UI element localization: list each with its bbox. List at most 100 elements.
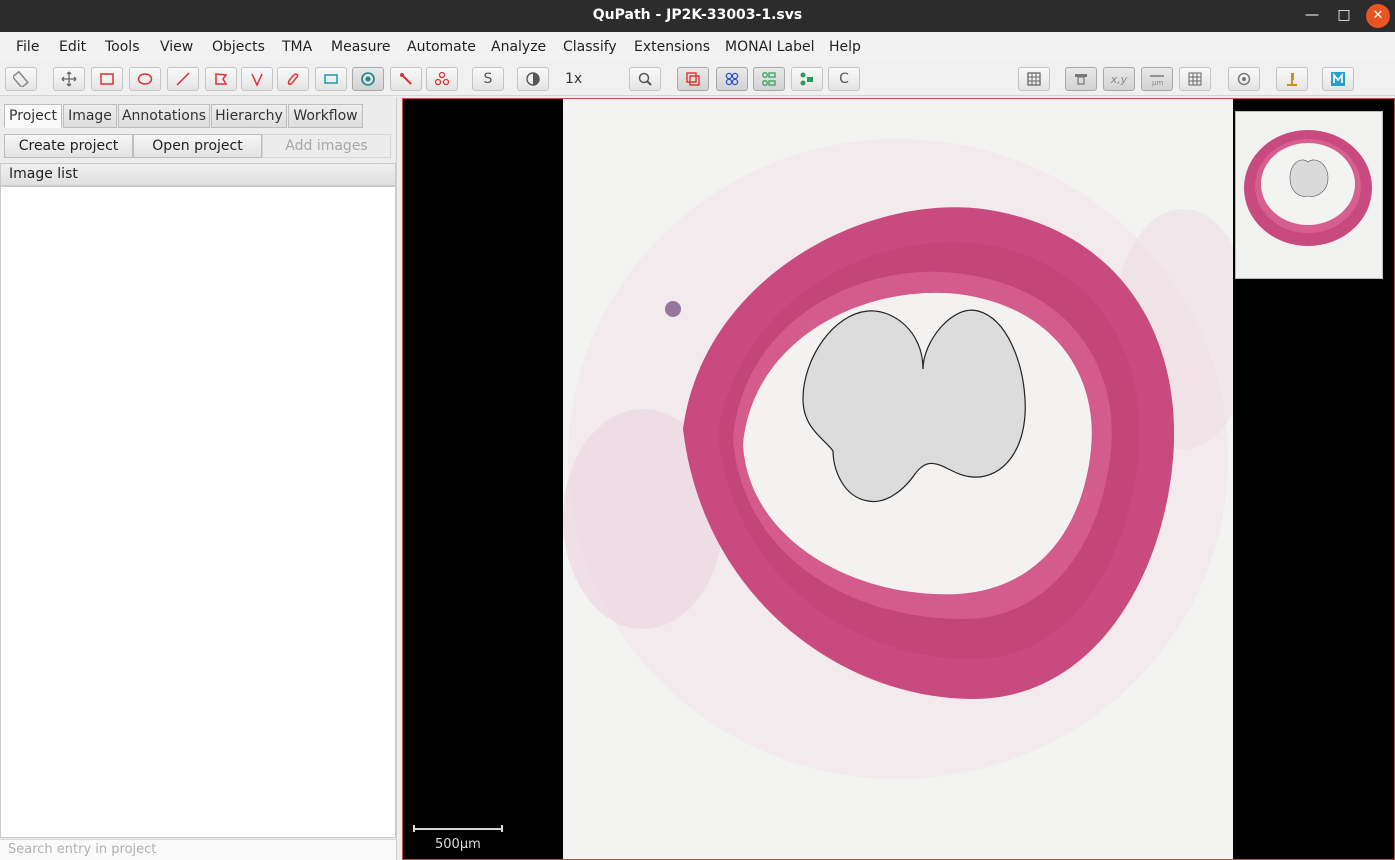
toolbar: S 1x C x,y µm	[0, 62, 1395, 151]
show-annotations-button[interactable]	[677, 67, 709, 91]
fill-detections-button[interactable]	[791, 67, 823, 91]
overview-icon	[1075, 74, 1087, 85]
scale-bar-tick-left	[413, 825, 415, 832]
show-pixel-grid-button[interactable]	[1179, 67, 1211, 91]
menu-file[interactable]: File	[16, 39, 39, 55]
ellipse-tool-button[interactable]	[129, 67, 161, 91]
move-icon	[61, 71, 77, 87]
wand-icon	[324, 74, 338, 84]
minimize-icon[interactable]: —	[1300, 4, 1324, 28]
wand-rect-button[interactable]	[315, 67, 347, 91]
polygon-tool-button[interactable]	[205, 67, 237, 91]
fill-detections-icon	[800, 72, 813, 86]
project-search-input[interactable]: Search entry in project	[0, 839, 396, 860]
menu-edit[interactable]: Edit	[59, 39, 86, 55]
scale-bar-tick-right	[501, 825, 503, 832]
tab-project[interactable]: Project	[4, 104, 62, 128]
rectangle-icon	[100, 73, 114, 85]
points-icon	[361, 72, 375, 86]
pixel-grid-icon	[1188, 72, 1202, 86]
slide-image	[563, 99, 1253, 859]
image-list-header: Image list	[0, 163, 396, 186]
show-location-button[interactable]: x,y	[1103, 67, 1135, 91]
polygon-icon	[215, 73, 228, 85]
close-icon[interactable]: ✕	[1366, 4, 1390, 28]
show-detections-icon	[762, 72, 776, 86]
microscope-button[interactable]	[1276, 67, 1308, 91]
project-panel: Project Image Annotations Hierarchy Work…	[0, 97, 397, 860]
line-tool-button[interactable]	[167, 67, 199, 91]
overview-thumbnail[interactable]	[1235, 111, 1383, 279]
menu-bar: File Edit Tools View Objects TMA Measure…	[0, 32, 1395, 62]
preferences-button[interactable]	[1228, 67, 1260, 91]
line-icon	[176, 72, 190, 86]
menu-tma[interactable]: TMA	[282, 39, 312, 55]
brush-icon	[287, 73, 299, 86]
points-tool-button[interactable]	[352, 67, 384, 91]
cells-icon	[434, 71, 450, 86]
show-detections-button[interactable]	[753, 67, 785, 91]
monai-icon	[1331, 72, 1345, 86]
menu-automate[interactable]: Automate	[407, 39, 476, 55]
monai-button[interactable]	[1322, 67, 1354, 91]
connections-label: C	[839, 71, 849, 87]
move-tool-button[interactable]	[53, 67, 85, 91]
scalebar-icon: µm	[1150, 75, 1164, 87]
microscope-icon	[1287, 73, 1297, 86]
tab-image[interactable]: Image	[63, 104, 117, 128]
menu-classify[interactable]: Classify	[563, 39, 617, 55]
selection-mode-label: S	[483, 71, 493, 87]
menu-analyze[interactable]: Analyze	[491, 39, 546, 55]
image-list[interactable]	[0, 186, 396, 838]
contrast-icon	[526, 72, 540, 86]
image-viewer[interactable]: 500µm	[402, 98, 1395, 860]
overview-image	[1236, 112, 1382, 278]
window-titlebar: QuPath - JP2K-33003-1.svs — □ ✕	[0, 0, 1395, 32]
table-icon	[1027, 72, 1041, 86]
polyline-tool-button[interactable]	[241, 67, 273, 91]
cells-tool-button[interactable]	[426, 67, 458, 91]
menu-monai-label[interactable]: MONAI Label	[725, 39, 815, 55]
show-scalebar-button[interactable]: µm	[1141, 67, 1173, 91]
menu-extensions[interactable]: Extensions	[634, 39, 710, 55]
tab-annotations[interactable]: Annotations	[118, 104, 210, 128]
tissue-image	[563, 99, 1253, 859]
show-connections-button[interactable]: C	[828, 67, 860, 91]
preferences-icon	[1237, 72, 1251, 86]
menu-help[interactable]: Help	[829, 39, 861, 55]
brightness-contrast-button[interactable]	[517, 67, 549, 91]
polyline-icon	[251, 73, 263, 87]
tma-grid-icon	[725, 72, 739, 86]
show-overview-button[interactable]	[1065, 67, 1097, 91]
maximize-icon[interactable]: □	[1332, 4, 1356, 28]
svg-text:µm: µm	[1152, 79, 1163, 87]
rectangle-tool-button[interactable]	[91, 67, 123, 91]
show-annotations-icon	[686, 72, 700, 86]
magic-wand-button[interactable]	[390, 67, 422, 91]
zoom-level: 1x	[565, 71, 583, 87]
zoom-to-fit-button[interactable]	[629, 67, 661, 91]
measure-icon	[13, 71, 29, 87]
scale-bar-line	[413, 828, 503, 830]
menu-objects[interactable]: Objects	[212, 39, 265, 55]
open-project-button[interactable]: Open project	[133, 134, 262, 158]
show-tma-grid-button[interactable]	[716, 67, 748, 91]
zoom-icon	[638, 72, 652, 86]
add-images-button[interactable]: Add images	[262, 134, 391, 158]
selection-mode-button[interactable]: S	[472, 67, 504, 91]
tab-hierarchy[interactable]: Hierarchy	[211, 104, 287, 128]
scale-bar	[413, 825, 503, 832]
scale-bar-label: 500µm	[435, 837, 481, 852]
measure-button[interactable]	[5, 67, 37, 91]
menu-tools[interactable]: Tools	[105, 39, 140, 55]
window-title: QuPath - JP2K-33003-1.svs	[592, 7, 803, 23]
ellipse-icon	[137, 73, 153, 85]
magic-wand-icon	[400, 73, 412, 85]
menu-view[interactable]: View	[160, 39, 193, 55]
create-project-button[interactable]: Create project	[4, 134, 133, 158]
measurement-table-button[interactable]	[1018, 67, 1050, 91]
location-icon: x,y	[1110, 73, 1128, 86]
brush-tool-button[interactable]	[277, 67, 309, 91]
tab-workflow[interactable]: Workflow	[288, 104, 363, 128]
menu-measure[interactable]: Measure	[331, 39, 391, 55]
